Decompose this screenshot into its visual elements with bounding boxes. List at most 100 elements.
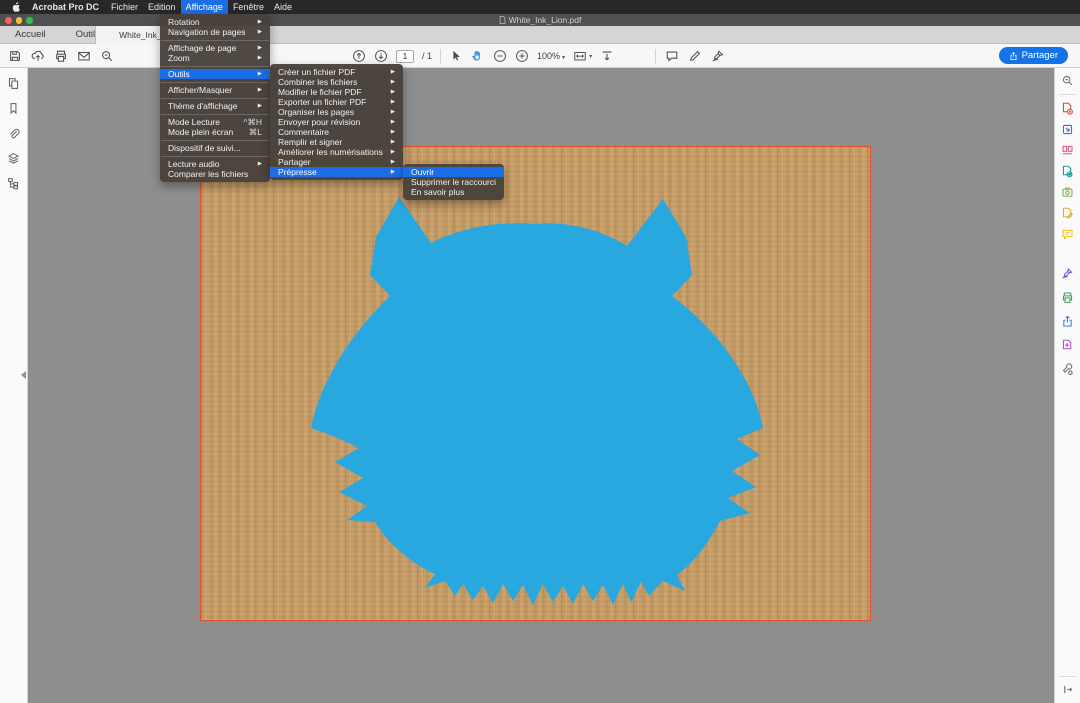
menu-item-comparer-les-fichiers[interactable]: Comparer les fichiers: [160, 169, 270, 179]
arrow-down-circle-icon: [374, 49, 388, 63]
signature-pen-icon: [711, 49, 725, 63]
menu-item-mode-lecture[interactable]: Mode Lecture^⌘H: [160, 117, 270, 127]
menu-item-partager[interactable]: Partager▶: [270, 157, 403, 167]
zoom-level-dropdown[interactable]: 100%▾: [537, 51, 565, 61]
minimize-window-button[interactable]: [16, 17, 23, 24]
page-thumbnails-button[interactable]: [0, 71, 27, 96]
menu-item-prepresse[interactable]: Prépresse▶: [270, 167, 403, 177]
tool-edit-pdf-button[interactable]: [1055, 203, 1080, 224]
tool-create-pdf-button[interactable]: [1055, 98, 1080, 119]
menu-item-remplir-et-signer[interactable]: Remplir et signer▶: [270, 137, 403, 147]
menu-item-organiser-les-pages[interactable]: Organiser les pages▶: [270, 107, 403, 117]
zoom-out-button[interactable]: [493, 49, 507, 63]
menu-item-dispositif-de-suivi[interactable]: Dispositif de suivi...: [160, 143, 270, 153]
save-icon: [8, 49, 22, 63]
menu-item-exporter-un-fichier-pdf[interactable]: Exporter un fichier PDF▶: [270, 97, 403, 107]
highlight-pen-button[interactable]: [688, 49, 702, 63]
close-window-button[interactable]: [5, 17, 12, 24]
bookmark-icon: [7, 102, 20, 115]
menu-item-mode-plein-ecran[interactable]: Mode plein écran⌘L: [160, 127, 270, 137]
tool-enhance-scans-button[interactable]: [1055, 182, 1080, 203]
paperclip-icon: [7, 127, 20, 140]
tool-export-pdf-button[interactable]: [1055, 119, 1080, 140]
combine-files-icon: [1061, 165, 1074, 178]
pane-expand-icon: [1062, 684, 1073, 695]
menu-item-en-savoir-plus[interactable]: En savoir plus: [403, 187, 504, 197]
menu-item-modifier-le-fichier-pdf[interactable]: Modifier le fichier PDF▶: [270, 87, 403, 97]
tool-search-button[interactable]: [1055, 70, 1080, 91]
print-button[interactable]: [54, 49, 68, 63]
menubar-item-fenetre[interactable]: Fenêtre: [228, 0, 269, 14]
zoom-in-button[interactable]: [515, 49, 529, 63]
menu-item-rotation[interactable]: Rotation▶: [160, 17, 270, 27]
expand-tools-pane-handle[interactable]: [1055, 684, 1080, 695]
comment-tool-button[interactable]: [665, 49, 679, 63]
menu-item-supprimer-le-raccourci[interactable]: Supprimer le raccourci: [403, 177, 504, 187]
fit-width-dropdown[interactable]: ▾: [573, 49, 592, 63]
content-tags-button[interactable]: [0, 171, 27, 196]
menubar-item-affichage[interactable]: Affichage: [181, 0, 228, 14]
enhance-scans-icon: [1061, 186, 1074, 199]
page-thumbnails-icon: [7, 77, 20, 90]
tool-organize-pages-button[interactable]: [1055, 140, 1080, 161]
tool-more-tools-button[interactable]: [1055, 333, 1080, 357]
submenu-arrow-icon: ▶: [258, 29, 262, 35]
page-display-button[interactable]: [600, 49, 614, 63]
submenu-arrow-icon: ▶: [258, 19, 262, 25]
hand-tool-button[interactable]: [471, 49, 485, 63]
printer-icon: [1061, 291, 1074, 304]
submenu-arrow-icon: ▶: [391, 109, 395, 115]
email-icon: [77, 49, 91, 63]
menubar-item-edition[interactable]: Edition: [143, 0, 181, 14]
email-button[interactable]: [77, 49, 91, 63]
next-page-button[interactable]: [374, 49, 388, 63]
tab-accueil[interactable]: Accueil: [0, 26, 61, 44]
outils-submenu: Créer un fichier PDF▶ Combiner les fichi…: [270, 64, 403, 180]
apple-menu-icon[interactable]: [10, 2, 21, 13]
menu-item-envoyer-pour-revision[interactable]: Envoyer pour révision▶: [270, 117, 403, 127]
previous-page-button[interactable]: [352, 49, 366, 63]
upload-document-button[interactable]: [31, 49, 45, 63]
menubar: Acrobat Pro DC Fichier Edition Affichage…: [0, 0, 1080, 14]
menu-item-affichage-de-page[interactable]: Affichage de page▶: [160, 43, 270, 53]
menu-item-ameliorer-les-numerisations[interactable]: Améliorer les numérisations▶: [270, 147, 403, 157]
search-button[interactable]: [100, 49, 114, 63]
lion-silhouette: [311, 197, 763, 606]
menubar-item-fichier[interactable]: Fichier: [106, 0, 143, 14]
submenu-arrow-icon: ▶: [391, 139, 395, 145]
menu-item-theme-affichage[interactable]: Thème d'affichage▶: [160, 101, 270, 111]
menu-item-combiner-les-fichiers[interactable]: Combiner les fichiers▶: [270, 77, 403, 87]
tool-combine-files-button[interactable]: [1055, 161, 1080, 182]
menu-item-commentaire[interactable]: Commentaire▶: [270, 127, 403, 137]
submenu-arrow-icon: ▶: [258, 55, 262, 61]
menu-item-ouvrir[interactable]: Ouvrir: [403, 167, 504, 177]
menu-item-zoom[interactable]: Zoom▶: [160, 53, 270, 63]
tool-fill-sign-button[interactable]: [1055, 261, 1080, 285]
save-button[interactable]: [8, 49, 22, 63]
share-button[interactable]: Partager: [999, 47, 1068, 64]
tool-customize-button[interactable]: [1055, 357, 1080, 381]
zoom-window-button[interactable]: [26, 17, 33, 24]
minus-circle-icon: [493, 49, 507, 63]
tool-send-track-button[interactable]: [1055, 309, 1080, 333]
tool-print-production-button[interactable]: [1055, 285, 1080, 309]
menu-item-lecture-audio[interactable]: Lecture audio▶: [160, 159, 270, 169]
search-icon: [100, 49, 114, 63]
edit-pdf-icon: [1061, 207, 1074, 220]
bookmarks-button[interactable]: [0, 96, 27, 121]
send-upload-icon: [1061, 315, 1074, 328]
fill-sign-button[interactable]: [711, 49, 725, 63]
menubar-app-name[interactable]: Acrobat Pro DC: [27, 0, 104, 14]
layers-button[interactable]: [0, 146, 27, 171]
select-tool-button[interactable]: [449, 49, 463, 63]
menubar-item-aide[interactable]: Aide: [269, 0, 297, 14]
submenu-arrow-icon: ▶: [391, 79, 395, 85]
tool-comment-button[interactable]: [1055, 224, 1080, 245]
menu-item-navigation-de-pages[interactable]: Navigation de pages▶: [160, 27, 270, 37]
page-number-input[interactable]: [396, 50, 414, 63]
attachments-button[interactable]: [0, 121, 27, 146]
menu-item-afficher-masquer[interactable]: Afficher/Masquer▶: [160, 85, 270, 95]
collapse-left-pane-handle[interactable]: [21, 371, 26, 379]
menu-item-creer-un-fichier-pdf[interactable]: Créer un fichier PDF▶: [270, 67, 403, 77]
menu-item-outils[interactable]: Outils▶: [160, 69, 270, 79]
